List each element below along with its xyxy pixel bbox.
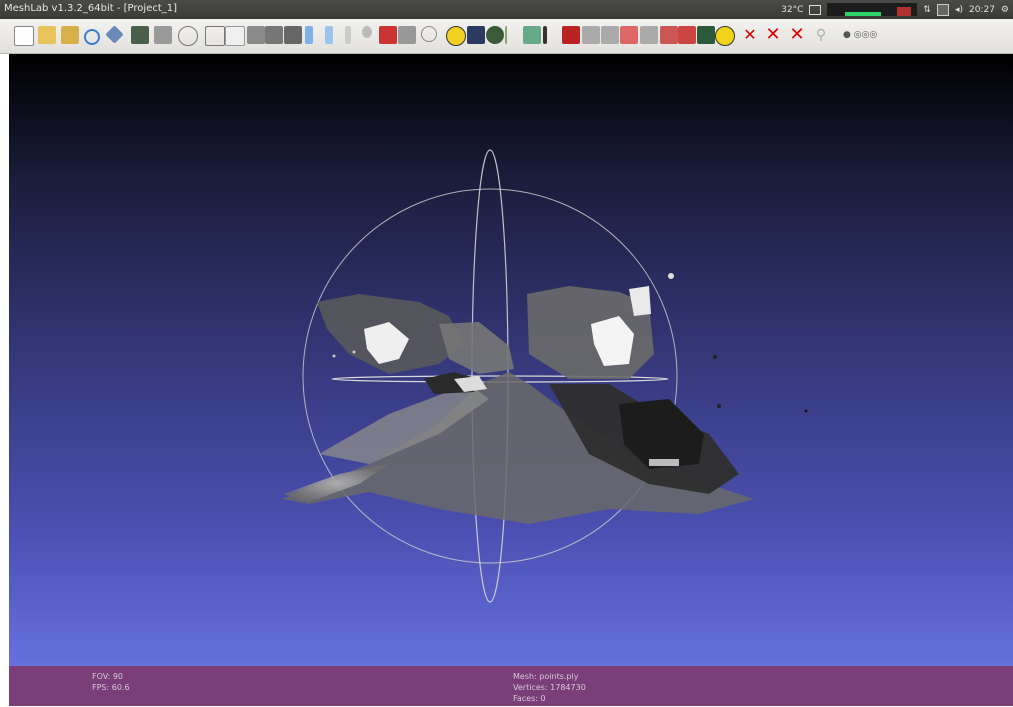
texture-render-icon[interactable] bbox=[325, 26, 333, 44]
edit-icon[interactable] bbox=[678, 26, 696, 44]
double-light-icon[interactable] bbox=[379, 26, 397, 44]
shading-icon[interactable] bbox=[697, 26, 715, 44]
delete-vertices-icon[interactable]: ✕ bbox=[741, 26, 759, 44]
system-monitor-graph bbox=[827, 3, 918, 16]
left-margin bbox=[0, 54, 9, 707]
new-document-icon[interactable] bbox=[14, 26, 34, 46]
hidden-lines-icon[interactable] bbox=[247, 26, 265, 44]
point-cloud-view[interactable] bbox=[9, 54, 1013, 666]
open-icon[interactable] bbox=[38, 26, 56, 44]
backface-icon[interactable] bbox=[345, 26, 351, 44]
window-title: MeshLab v1.3.2_64bit - [Project_1] bbox=[4, 3, 178, 14]
points-render-icon[interactable] bbox=[205, 26, 225, 46]
fov-label: FOV: 90 bbox=[92, 672, 123, 681]
measure-icon[interactable] bbox=[467, 26, 485, 44]
delete-faces-icon[interactable]: ✕ bbox=[764, 26, 782, 44]
flat-render-icon[interactable] bbox=[284, 26, 302, 44]
main-toolbar: ✕ ✕ ✕ ⚲ ● ◎◎◎ bbox=[0, 19, 1013, 54]
info-icon[interactable] bbox=[715, 26, 735, 46]
layers-icon[interactable] bbox=[154, 26, 172, 44]
save-icon[interactable] bbox=[105, 25, 124, 44]
network-icon[interactable]: ⇅ bbox=[923, 5, 931, 15]
flat-lines-icon[interactable] bbox=[265, 26, 283, 44]
select-region-icon[interactable] bbox=[562, 26, 580, 44]
search-icon[interactable]: ⚲ bbox=[812, 26, 830, 44]
keyboard-layout-icon[interactable] bbox=[936, 3, 949, 16]
color-icon[interactable] bbox=[446, 26, 466, 46]
reload-icon[interactable] bbox=[84, 29, 100, 45]
temperature-indicator: 32°C bbox=[781, 4, 804, 15]
pick-points-icon[interactable] bbox=[543, 26, 547, 44]
select-face-icon[interactable] bbox=[601, 26, 619, 44]
axis-icon[interactable] bbox=[398, 26, 416, 44]
system-tray: 32°C ⇅ ◂) 20:27 ⚙ bbox=[781, 2, 1009, 17]
light-bulb-icon[interactable] bbox=[362, 26, 372, 38]
zoom-controls-icon[interactable]: ● ◎◎◎ bbox=[843, 26, 885, 44]
faces-label: Faces: 0 bbox=[513, 694, 546, 703]
smooth-render-icon[interactable] bbox=[305, 26, 313, 44]
select-vertex-icon[interactable] bbox=[582, 26, 600, 44]
clock[interactable]: 20:27 bbox=[969, 5, 995, 15]
open-project-icon[interactable] bbox=[61, 26, 79, 44]
mesh-name-label: Mesh: points.ply bbox=[513, 672, 579, 681]
mask-icon[interactable] bbox=[523, 26, 541, 44]
vertices-label: Vertices: 1784730 bbox=[513, 683, 586, 692]
z-paint-icon[interactable] bbox=[620, 26, 638, 44]
mesh-info: Mesh: points.ply Vertices: 1784730 Faces… bbox=[513, 671, 586, 704]
align-icon[interactable] bbox=[640, 26, 658, 44]
volume-icon[interactable]: ◂) bbox=[955, 5, 963, 15]
annotation-icon[interactable] bbox=[421, 26, 437, 42]
camera-icon[interactable] bbox=[809, 4, 822, 15]
window-titlebar: MeshLab v1.3.2_64bit - [Project_1] 32°C … bbox=[0, 0, 1013, 19]
select-mesh-icon[interactable] bbox=[660, 26, 678, 44]
brush-icon[interactable] bbox=[505, 26, 525, 44]
delete-all-icon[interactable]: ✕ bbox=[788, 26, 806, 44]
status-info-bar: FOV: 90 FPS: 60.6 Mesh: points.ply Verti… bbox=[9, 666, 1013, 706]
settings-gear-icon[interactable]: ⚙ bbox=[1001, 5, 1009, 15]
snapshot-icon[interactable] bbox=[131, 26, 149, 44]
bbox-icon[interactable] bbox=[178, 26, 198, 46]
3d-viewport[interactable] bbox=[9, 54, 1013, 666]
point-cloud bbox=[282, 273, 808, 524]
paint-icon[interactable] bbox=[486, 26, 504, 44]
wireframe-render-icon[interactable] bbox=[225, 26, 245, 46]
render-stats: FOV: 90 FPS: 60.6 bbox=[92, 671, 130, 693]
fps-label: FPS: 60.6 bbox=[92, 683, 130, 692]
